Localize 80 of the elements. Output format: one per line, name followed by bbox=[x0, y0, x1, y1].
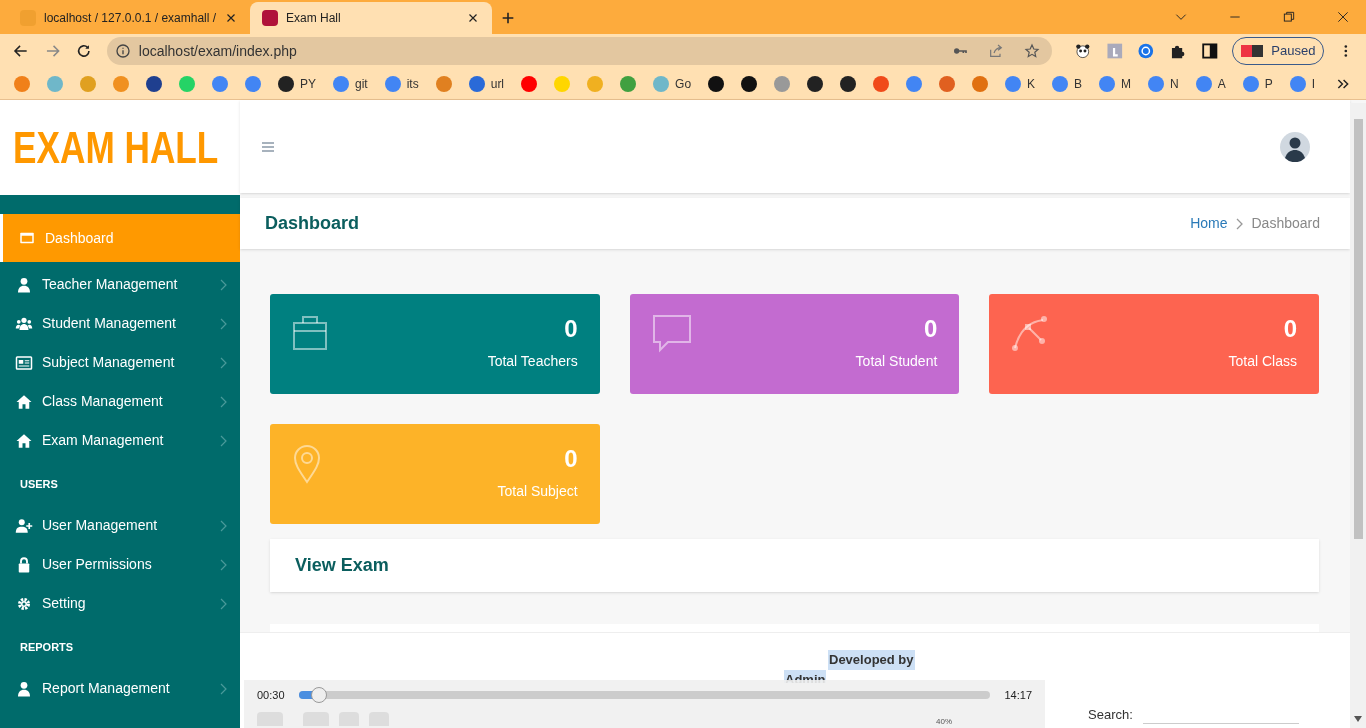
chevron-right-icon bbox=[220, 519, 228, 532]
time-total: 14:17 bbox=[1004, 687, 1032, 703]
page-title: Dashboard bbox=[265, 212, 360, 235]
sidebar-item[interactable]: Exam Management bbox=[0, 421, 240, 460]
chevron-right-icon bbox=[220, 597, 228, 610]
breadcrumb-current: Dashboard bbox=[1251, 214, 1320, 233]
tab-favicon bbox=[262, 10, 278, 26]
new-tab-icon[interactable] bbox=[500, 10, 516, 26]
panel-title: View Exam bbox=[295, 554, 389, 577]
sidebar-item[interactable]: User Permissions bbox=[0, 545, 240, 584]
user-icon bbox=[15, 679, 33, 698]
stat-label: Total Class bbox=[1228, 352, 1297, 371]
bookmark[interactable]: I bbox=[1289, 73, 1316, 94]
breadcrumb-link[interactable]: Home bbox=[1190, 213, 1228, 234]
stat-value: 0 bbox=[1283, 314, 1297, 344]
bookmark[interactable]: git bbox=[333, 73, 368, 94]
chevron-right-icon bbox=[1235, 217, 1244, 230]
chevron-right-icon bbox=[220, 317, 228, 330]
bookmark[interactable]: A bbox=[1195, 73, 1226, 94]
browser-tab[interactable]: Exam Hall bbox=[250, 2, 492, 34]
side-panel-icon[interactable] bbox=[1200, 42, 1219, 60]
restore-icon[interactable] bbox=[1282, 10, 1296, 24]
sidebar-item[interactable]: Class Management bbox=[0, 382, 240, 421]
panda-icon[interactable] bbox=[1074, 42, 1092, 60]
bookmark[interactable]: its bbox=[384, 73, 419, 94]
stat-label: Total Student bbox=[855, 352, 938, 371]
sidebar-item[interactable]: Student Management bbox=[0, 304, 240, 343]
speech-bubble-icon bbox=[651, 314, 692, 354]
bookmark[interactable]: M bbox=[1099, 73, 1132, 94]
stat-label: Total Subject bbox=[497, 482, 578, 501]
bookmark[interactable]: P bbox=[1242, 73, 1273, 94]
newspaper-icon bbox=[15, 353, 33, 372]
sidebar-item[interactable]: User Management bbox=[0, 506, 240, 545]
profile-icon bbox=[1241, 45, 1264, 57]
reload-icon[interactable] bbox=[75, 42, 93, 60]
close-icon[interactable] bbox=[1336, 10, 1350, 24]
chevron-right-icon bbox=[220, 682, 228, 695]
scroll-down-icon[interactable] bbox=[1354, 716, 1362, 722]
browser-tab[interactable]: localhost / 127.0.0.1 / examhall / bbox=[8, 2, 250, 34]
chevron-right-icon bbox=[220, 395, 228, 408]
bookmark[interactable]: PY bbox=[278, 73, 316, 94]
sidebar-item[interactable]: Report Management bbox=[0, 669, 240, 708]
tab-title: localhost / 127.0.0.1 / examhall / bbox=[44, 10, 216, 27]
stat-value: 0 bbox=[564, 314, 578, 344]
chevron-right-icon bbox=[220, 558, 228, 571]
sidebar-item[interactable]: Teacher Management bbox=[0, 265, 240, 304]
back-icon[interactable] bbox=[12, 42, 30, 60]
url-text: localhost/exam/index.php bbox=[138, 41, 298, 61]
sidebar-heading: USERS bbox=[20, 476, 58, 492]
sidebar-item[interactable]: Setting bbox=[0, 584, 240, 623]
bookmark[interactable]: B bbox=[1052, 73, 1083, 94]
bookmark[interactable]: N bbox=[1148, 73, 1179, 94]
extension-icon[interactable] bbox=[1105, 42, 1124, 60]
address-bar[interactable]: localhost/exam/index.php bbox=[106, 37, 1053, 65]
sidebar-heading: REPORTS bbox=[20, 639, 74, 655]
volume-level: 40% bbox=[936, 718, 952, 726]
extension-icon[interactable] bbox=[1137, 42, 1156, 60]
chevron-right-icon bbox=[220, 434, 228, 447]
logo: EXAM HALL bbox=[13, 125, 219, 170]
seek-thumb[interactable] bbox=[311, 687, 328, 703]
stat-label: Total Teachers bbox=[487, 352, 578, 371]
time-elapsed: 00:30 bbox=[257, 687, 285, 703]
bookmark[interactable]: url bbox=[468, 73, 505, 94]
user-plus-icon bbox=[15, 516, 33, 535]
tab-title: Exam Hall bbox=[286, 10, 342, 27]
chevron-right-icon bbox=[220, 356, 228, 369]
stat-value: 0 bbox=[923, 314, 938, 344]
info-icon[interactable] bbox=[114, 43, 131, 59]
stat-value: 0 bbox=[564, 444, 578, 474]
star-icon[interactable] bbox=[1024, 43, 1041, 59]
share-icon[interactable] bbox=[988, 43, 1005, 59]
sidebar-item[interactable]: Subject Management bbox=[0, 343, 240, 382]
bookmark[interactable]: K bbox=[1005, 73, 1036, 94]
search-label: Search: bbox=[1088, 706, 1133, 724]
user-icon bbox=[15, 275, 33, 294]
chevron-right-icon bbox=[220, 278, 228, 291]
bookmark[interactable]: Go bbox=[653, 73, 692, 94]
avatar-icon[interactable] bbox=[1280, 131, 1310, 162]
scrollbar-thumb[interactable] bbox=[1353, 119, 1363, 539]
footer-text: Developed by bbox=[828, 650, 915, 670]
